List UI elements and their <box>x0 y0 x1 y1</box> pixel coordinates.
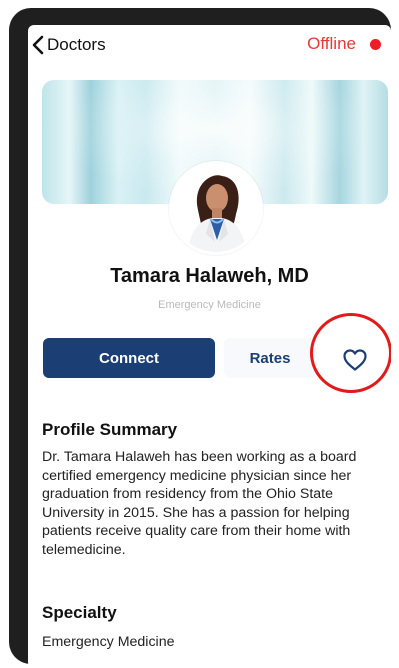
app-screen: Doctors Offline Tamara Halaweh, MD Emerg… <box>28 25 391 668</box>
avatar <box>169 161 263 255</box>
favorite-button[interactable] <box>336 343 374 377</box>
chevron-left-icon <box>32 35 44 55</box>
connection-status: Offline <box>307 34 381 54</box>
status-dot-icon <box>370 38 381 50</box>
connect-button[interactable]: Connect <box>43 338 215 378</box>
doctor-photo <box>172 164 260 252</box>
rates-button[interactable]: Rates <box>224 338 316 378</box>
phone-frame: Doctors Offline Tamara Halaweh, MD Emerg… <box>9 8 391 668</box>
specialty-value: Emergency Medicine <box>42 634 175 650</box>
specialty-heading: Specialty <box>42 603 117 622</box>
doctor-specialty-subtitle: Emergency Medicine <box>158 299 261 311</box>
heart-outline-icon <box>343 349 367 371</box>
profile-summary-text: Dr. Tamara Halaweh has been working as a… <box>42 449 357 558</box>
nav-bar: Doctors Offline <box>28 25 391 65</box>
doctor-name: Tamara Halaweh, MD <box>110 265 309 287</box>
status-text: Offline <box>307 34 356 53</box>
profile-summary-heading: Profile Summary <box>42 420 178 439</box>
back-button[interactable]: Doctors <box>32 33 106 57</box>
back-label: Doctors <box>47 35 106 54</box>
